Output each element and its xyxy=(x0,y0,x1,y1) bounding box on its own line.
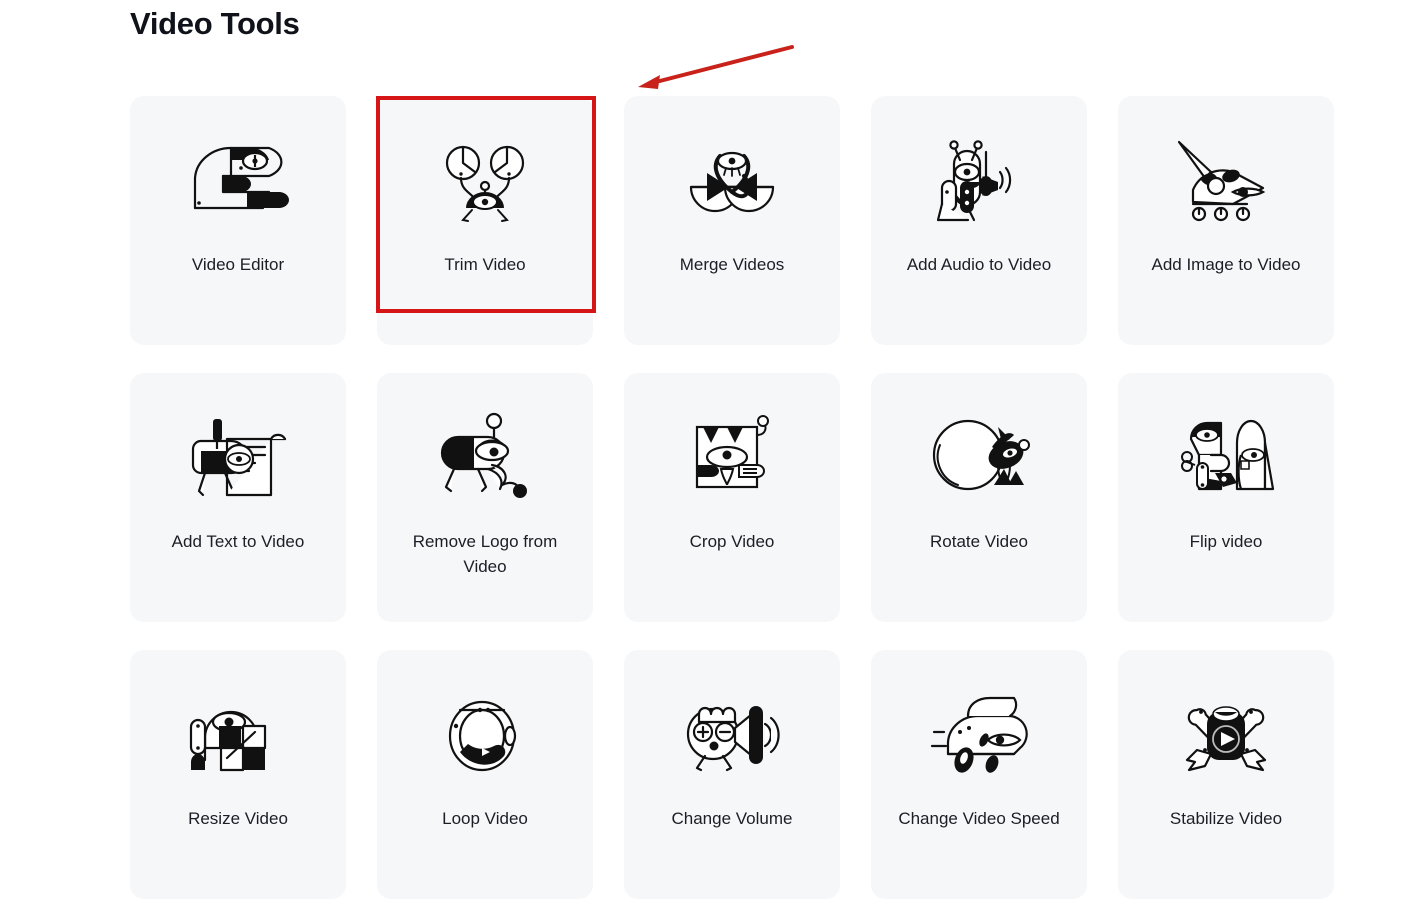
pointer-arrow-annotation xyxy=(638,45,794,89)
stabilize-video-icon xyxy=(1118,650,1334,800)
tool-card-rotate-video[interactable]: Rotate Video xyxy=(871,373,1087,622)
tool-card-add-text-to-video[interactable]: Add Text to Video xyxy=(130,373,346,622)
tool-card-add-audio-to-video[interactable]: Add Audio to Video xyxy=(871,96,1087,345)
tool-card-stabilize-video[interactable]: Stabilize Video xyxy=(1118,650,1334,899)
remove-logo-icon xyxy=(377,373,593,523)
rotate-video-icon xyxy=(871,373,1087,523)
flip-video-icon xyxy=(1118,373,1334,523)
trim-video-icon xyxy=(377,96,593,246)
tool-label: Change Volume xyxy=(671,809,793,828)
add-audio-icon xyxy=(871,96,1087,246)
tool-label: Trim Video xyxy=(444,255,526,274)
tool-label: Merge Videos xyxy=(679,255,785,274)
tool-card-remove-logo-from-video[interactable]: Remove Logo from Video xyxy=(377,373,593,622)
tool-card-change-video-speed[interactable]: Change Video Speed xyxy=(871,650,1087,899)
page-title: Video Tools xyxy=(130,6,300,41)
tool-label: Stabilize Video xyxy=(1169,809,1283,828)
merge-videos-icon xyxy=(624,96,840,246)
tool-card-trim-video[interactable]: Trim Video xyxy=(377,96,593,345)
tool-card-resize-video[interactable]: Resize Video xyxy=(130,650,346,899)
tool-label: Add Image to Video xyxy=(1151,255,1301,274)
tool-label: Add Audio to Video xyxy=(906,255,1052,274)
tool-label: Remove Logo from Video xyxy=(412,532,558,576)
tool-card-flip-video[interactable]: Flip video xyxy=(1118,373,1334,622)
tool-label: Rotate Video xyxy=(930,532,1028,551)
tool-card-change-volume[interactable]: Change Volume xyxy=(624,650,840,899)
add-text-icon xyxy=(130,373,346,523)
tool-label: Video Editor xyxy=(191,255,285,274)
loop-video-icon xyxy=(377,650,593,800)
crop-video-icon xyxy=(624,373,840,523)
add-image-icon xyxy=(1118,96,1334,246)
tools-grid: Video Editor Trim Video Merge Videos Add… xyxy=(130,96,1336,899)
resize-video-icon xyxy=(130,650,346,800)
change-volume-icon xyxy=(624,650,840,800)
tool-label: Resize Video xyxy=(188,809,288,828)
tool-card-merge-videos[interactable]: Merge Videos xyxy=(624,96,840,345)
tool-label: Flip video xyxy=(1189,532,1263,551)
video-editor-icon xyxy=(130,96,346,246)
tool-label: Change Video Speed xyxy=(898,809,1060,828)
tool-card-loop-video[interactable]: Loop Video xyxy=(377,650,593,899)
tool-card-crop-video[interactable]: Crop Video xyxy=(624,373,840,622)
tool-label: Crop Video xyxy=(689,532,775,551)
change-speed-icon xyxy=(871,650,1087,800)
tool-label: Add Text to Video xyxy=(171,532,305,551)
video-tools-page: Video Tools Video Editor Trim Video Merg… xyxy=(0,0,1417,899)
tool-label: Loop Video xyxy=(442,809,528,828)
tool-card-video-editor[interactable]: Video Editor xyxy=(130,96,346,345)
tool-card-add-image-to-video[interactable]: Add Image to Video xyxy=(1118,96,1334,345)
